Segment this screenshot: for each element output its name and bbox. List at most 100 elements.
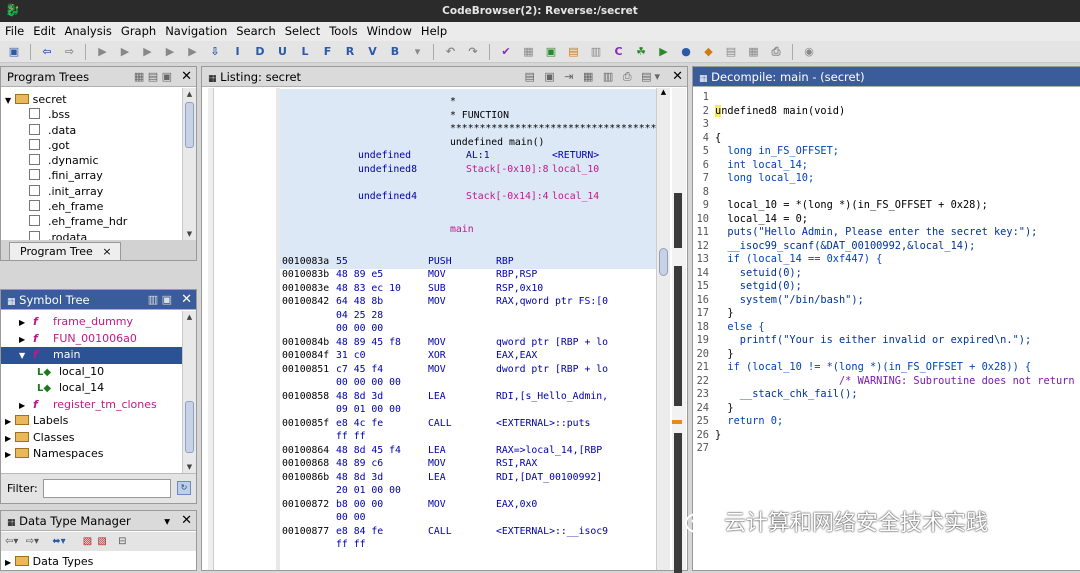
expand-icon[interactable]: ▶: [5, 431, 15, 448]
instruction-row[interactable]: 0010083b 48 89 e5 MOV RBP,RSP: [282, 268, 656, 282]
expand-icon[interactable]: ▼: [19, 348, 33, 365]
parameter-row[interactable]: undefined4 Stack[-0x14]:4 local_14: [282, 190, 656, 204]
decompile-line[interactable]: 21 if (local_10 != *(long *)(in_FS_OFFSE…: [695, 361, 1080, 375]
instruction-row[interactable]: 00100858 48 8d 3d LEA RDI,[s_Hello_Admin,: [282, 390, 656, 404]
help-icon[interactable]: ◉: [801, 44, 817, 60]
expand-icon[interactable]: ▶: [5, 558, 11, 567]
save-icon[interactable]: ▣: [6, 44, 22, 60]
instruction-row[interactable]: 09 01 00 00: [282, 403, 656, 417]
symbol-tree-item[interactable]: ▶ Namespaces: [1, 446, 182, 463]
decompile-line[interactable]: 22 /* WARNING: Subroutine does not retur…: [695, 375, 1080, 389]
close-icon[interactable]: ✕: [181, 511, 192, 531]
tree-item[interactable]: .got: [1, 138, 182, 153]
instruction-row[interactable]: 00100842 64 48 8b MOV RAX,qword ptr FS:[0: [282, 295, 656, 309]
tree-item[interactable]: .bss: [1, 107, 182, 122]
data-types-root[interactable]: ▶ Data Types: [5, 555, 93, 568]
menu-file[interactable]: File: [0, 22, 28, 41]
nav-letter-d[interactable]: D: [252, 44, 268, 60]
tree-item[interactable]: .data: [1, 123, 182, 138]
collapse-icon[interactable]: ⬌▾: [52, 536, 65, 547]
filter-input[interactable]: [43, 479, 171, 498]
tree-root-secret[interactable]: ▼ secret: [1, 92, 182, 107]
instruction-row[interactable]: 00 00 00 00: [282, 376, 656, 390]
instruction-row[interactable]: 0010086b 48 8d 3d LEA RDI,[DAT_00100992]: [282, 471, 656, 485]
decompiler-icon[interactable]: ●: [678, 44, 694, 60]
checkmark-icon[interactable]: ✔: [498, 44, 514, 60]
symbol-tree-item[interactable]: ▼ f main: [1, 347, 182, 364]
function-signature[interactable]: undefined main(): [450, 136, 656, 150]
tree-item[interactable]: .eh_frame_hdr: [1, 214, 182, 229]
tab-close-icon[interactable]: ×: [102, 245, 111, 258]
instruction-row[interactable]: 00100851 c7 45 f4 MOV dword ptr [RBP + lo: [282, 363, 656, 377]
close-icon[interactable]: ✕: [181, 67, 192, 87]
tree-item[interactable]: .fini_array: [1, 168, 182, 183]
menu-graph[interactable]: Graph: [116, 22, 160, 41]
scroll-up-icon[interactable]: ▲: [657, 88, 670, 96]
nav-data-icon[interactable]: ▶: [117, 44, 133, 60]
decompile-line[interactable]: 8: [695, 186, 1080, 200]
script-manager-icon[interactable]: ☘: [633, 44, 649, 60]
instruction-row[interactable]: ff ff: [282, 538, 656, 552]
nav-letter-f[interactable]: F: [320, 44, 336, 60]
instruction-row[interactable]: 00 00 00: [282, 322, 656, 336]
scroll-up-icon[interactable]: ▲: [183, 311, 196, 323]
nav-undefined-icon[interactable]: ▶: [140, 44, 156, 60]
diamond-icon[interactable]: ◆: [701, 44, 717, 60]
decompile-line[interactable]: 9 local_10 = *(long *)(in_FS_OFFSET + 0x…: [695, 199, 1080, 213]
back-arrow-icon[interactable]: ⇦: [39, 44, 55, 60]
scroll-thumb[interactable]: [185, 102, 194, 148]
down-arrow-icon[interactable]: ⇩: [207, 44, 223, 60]
menu-window[interactable]: Window: [362, 22, 416, 41]
decompile-line[interactable]: 27: [695, 442, 1080, 456]
decompile-line[interactable]: 16 system("/bin/bash");: [695, 294, 1080, 308]
nav-function-icon[interactable]: ▶: [185, 44, 201, 60]
symbol-tree-item[interactable]: ▶ f register_tm_clones: [1, 397, 182, 414]
expand-icon[interactable]: ▶: [5, 447, 15, 464]
symbol-tree-item[interactable]: ▶ Classes: [1, 430, 182, 447]
program-tree-tab[interactable]: Program Tree ×: [9, 242, 121, 260]
expand-icon[interactable]: ▶: [19, 332, 33, 349]
dropdown-arrow-icon[interactable]: ▾: [164, 511, 170, 531]
listing-toolbar-icons[interactable]: ▤ ▣ ⇥ ▦ ▥ ⎙ ▤▾: [525, 67, 663, 87]
memory-map-icon[interactable]: ▦: [521, 44, 537, 60]
decompile-line[interactable]: 15 setgid(0);: [695, 280, 1080, 294]
instruction-row[interactable]: 0010083a 55 PUSH RBP: [282, 255, 656, 269]
decompile-line[interactable]: 18 else {: [695, 321, 1080, 335]
instruction-row[interactable]: 00100877 e8 84 fe CALL <EXTERNAL>::__isoc9: [282, 525, 656, 539]
expand-icon[interactable]: ▶: [5, 414, 15, 431]
nav-letter-r[interactable]: R: [342, 44, 358, 60]
menu-tools[interactable]: Tools: [324, 22, 361, 41]
expand-icon[interactable]: ▶: [19, 315, 33, 332]
instruction-row[interactable]: ff ff: [282, 430, 656, 444]
expand-icon[interactable]: ▶: [19, 398, 33, 415]
registers-icon[interactable]: ▥: [588, 44, 604, 60]
decompile-line[interactable]: 6 int local_14;: [695, 159, 1080, 173]
decompile-line[interactable]: 5 long in_FS_OFFSET;: [695, 145, 1080, 159]
run-script-icon[interactable]: ▶: [656, 44, 672, 60]
decompile-line[interactable]: 7 long local_10;: [695, 172, 1080, 186]
instruction-row[interactable]: 04 25 28: [282, 309, 656, 323]
decompile-line[interactable]: 11 puts("Hello Admin, Please enter the s…: [695, 226, 1080, 240]
menu-edit[interactable]: Edit: [28, 22, 59, 41]
grid-icon[interactable]: ▦: [746, 44, 762, 60]
symbol-tree-item[interactable]: ▶ f frame_dummy: [1, 314, 182, 331]
nav-letter-b[interactable]: B: [387, 44, 403, 60]
decompile-line[interactable]: 23 __stack_chk_fail();: [695, 388, 1080, 402]
parameter-row[interactable]: undefined8 Stack[-0x10]:8 local_10: [282, 163, 656, 177]
scroll-thumb[interactable]: [185, 401, 194, 453]
dropdown-arrow-icon[interactable]: ▾: [410, 44, 426, 60]
function-label[interactable]: main: [282, 223, 656, 237]
filter-pointers-icon[interactable]: ▧: [97, 536, 106, 547]
scroll-thumb[interactable]: [659, 248, 668, 276]
menu-select[interactable]: Select: [280, 22, 324, 41]
nav-letter-l[interactable]: L: [297, 44, 313, 60]
decompile-line[interactable]: 12 __isoc99_scanf(&DAT_00100992,&local_1…: [695, 240, 1080, 254]
decompile-line[interactable]: 17 }: [695, 307, 1080, 321]
instruction-row[interactable]: 00100864 48 8d 45 f4 LEA RAX=>local_14,[RBP: [282, 444, 656, 458]
menu-analysis[interactable]: Analysis: [60, 22, 116, 41]
table-icon[interactable]: ▤: [723, 44, 739, 60]
undo-icon[interactable]: ↶: [443, 44, 459, 60]
decompile-line[interactable]: 19 printf("Your is either invalid or exp…: [695, 334, 1080, 348]
minimize-icon[interactable]: ⊟: [118, 536, 126, 547]
tree-item[interactable]: .init_array: [1, 184, 182, 199]
